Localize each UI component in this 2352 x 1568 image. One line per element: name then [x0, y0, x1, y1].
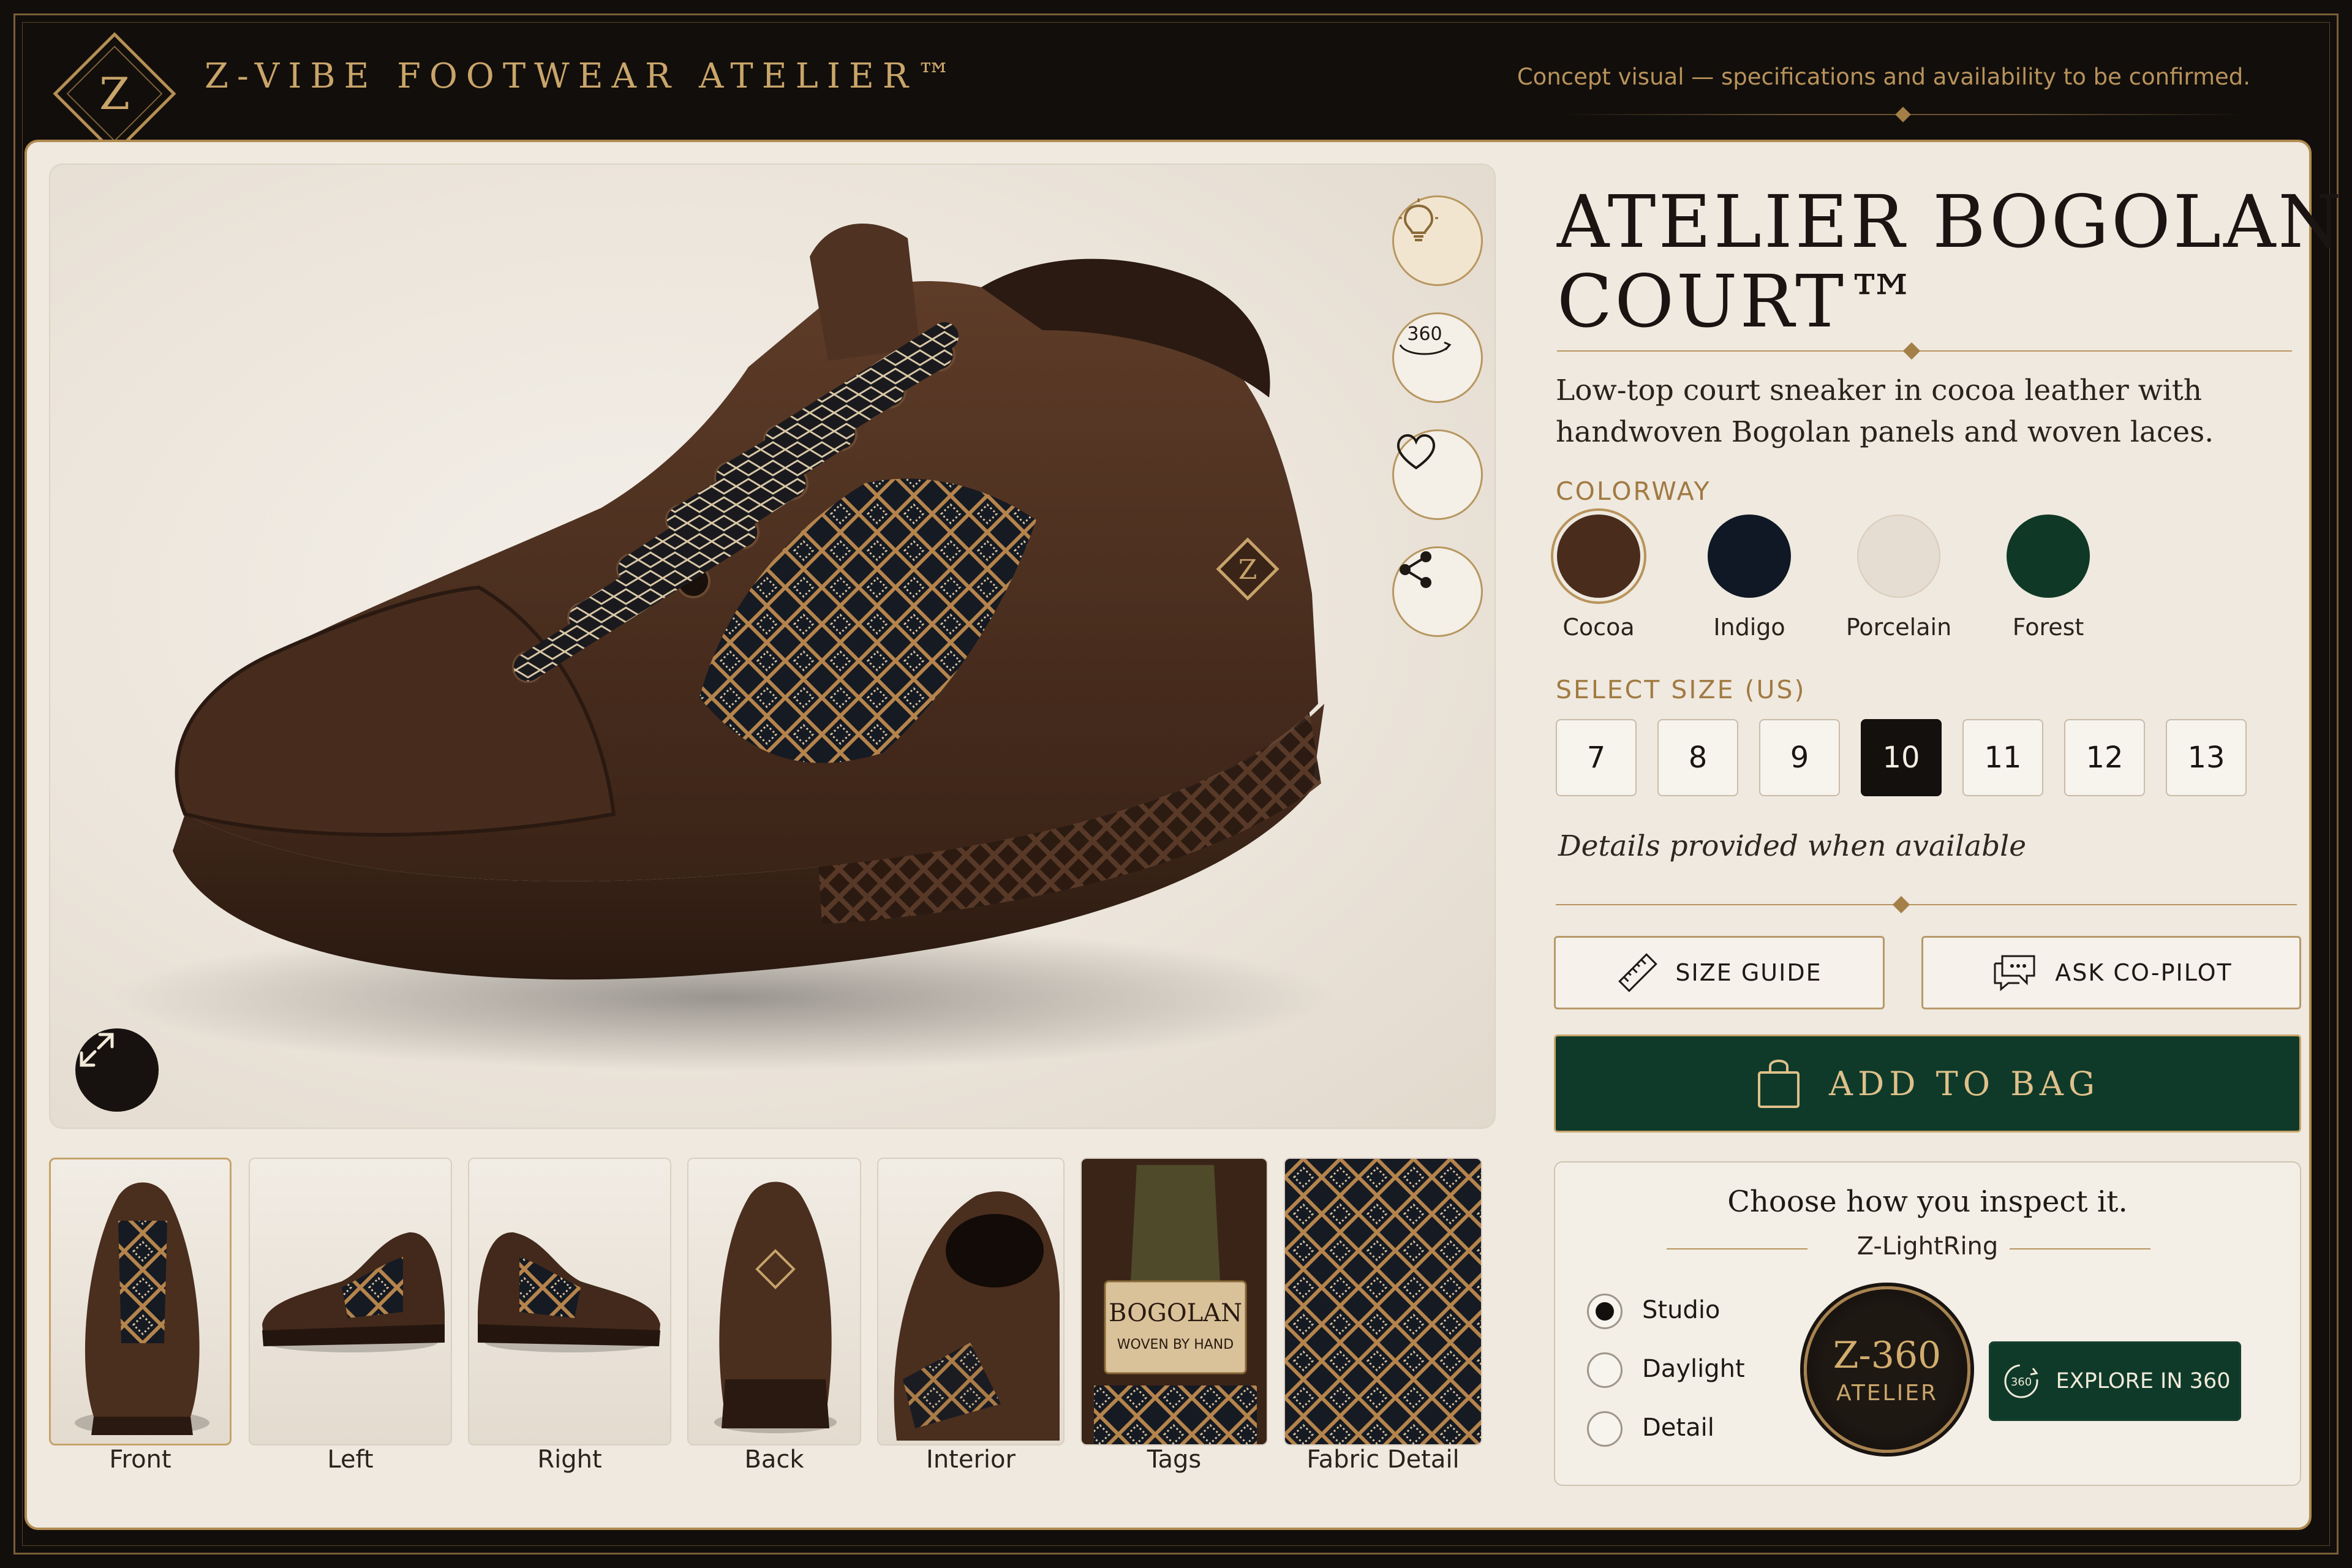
- thumbnail-interior[interactable]: [877, 1158, 1065, 1446]
- lightring-subheading: Z-LightRing: [1856, 1232, 1999, 1261]
- ask-copilot-button[interactable]: ASK CO-PILOT: [1921, 936, 2301, 1009]
- concept-notice: Concept visual — specifications and avai…: [1517, 64, 2250, 90]
- explore-icon-text: 360: [2010, 1376, 2031, 1389]
- chat-icon: [1994, 955, 2035, 992]
- product-title-line2: COURT™: [1557, 259, 1921, 344]
- details-divider-ornament: [1892, 895, 1910, 914]
- thumb-label-fabric-detail: Fabric Detail: [1306, 1446, 1460, 1474]
- add-to-bag-button[interactable]: ADD TO BAG: [1554, 1035, 2301, 1133]
- size-option-12[interactable]: 12: [2064, 719, 2145, 796]
- lightring-line-right: [2010, 1248, 2150, 1250]
- thumb-label-left: Left: [327, 1446, 374, 1474]
- explore-360-label: EXPLORE IN 360: [2056, 1369, 2231, 1393]
- tag-text-woven: WOVEN BY HAND: [1117, 1337, 1234, 1352]
- thumbnail-front[interactable]: [49, 1158, 232, 1446]
- fullscreen-button[interactable]: [75, 1028, 159, 1112]
- radio-daylight[interactable]: [1587, 1352, 1623, 1388]
- sneaker-illustration: Z: [111, 224, 1336, 1071]
- front-view-image: [75, 1182, 209, 1435]
- details-divider: [1556, 904, 2297, 905]
- shopping-bag-icon: [1757, 1060, 1800, 1108]
- product-card: Z 360 BOGOLAN WOVEN BY HAND Front Left R…: [24, 140, 2342, 1530]
- product-title: ATELIER BOGOLAN: [1557, 179, 2344, 264]
- colorway-label: COLORWAY: [1556, 477, 1711, 506]
- tags-view-image: BOGOLAN WOVEN BY HAND: [1082, 1159, 1267, 1444]
- radio-label-studio[interactable]: Studio: [1642, 1296, 1720, 1324]
- fabric-detail-image: [1285, 1159, 1481, 1444]
- size-option-8[interactable]: 8: [1657, 719, 1738, 796]
- thumbnail-right[interactable]: [468, 1158, 671, 1446]
- size-option-9[interactable]: 9: [1759, 719, 1840, 796]
- size-option-10[interactable]: 10: [1861, 719, 1942, 796]
- product-description: Low-top court sneaker in cocoa leather w…: [1556, 374, 2214, 449]
- brand-name[interactable]: Z-VIBE FOOTWEAR ATELIER™: [205, 56, 960, 96]
- share-icon: [1400, 551, 1431, 588]
- lighting-button[interactable]: [1392, 195, 1483, 286]
- back-view-image: [714, 1182, 837, 1433]
- z360-atelier-badge[interactable]: Z-360 ATELIER: [1804, 1286, 1970, 1453]
- ask-copilot-label: ASK CO-PILOT: [2055, 959, 2233, 986]
- thumb-label-interior: Interior: [926, 1446, 1016, 1474]
- add-to-bag-label: ADD TO BAG: [1828, 1064, 2100, 1103]
- right-view-image: [478, 1232, 660, 1352]
- radio-detail[interactable]: [1587, 1411, 1623, 1447]
- radio-label-daylight[interactable]: Daylight: [1642, 1355, 1745, 1383]
- expand-icon: [80, 1033, 114, 1067]
- wishlist-button[interactable]: [1392, 429, 1483, 520]
- title-divider-ornament: [1902, 342, 1921, 360]
- size-option-13[interactable]: 13: [2166, 719, 2247, 796]
- details-note: Details provided when available: [1558, 829, 2027, 863]
- thumbnail-tags[interactable]: BOGOLAN WOVEN BY HAND: [1080, 1158, 1268, 1446]
- thumbnail-back[interactable]: [687, 1158, 861, 1446]
- inspect-heading: Choose how you inspect it.: [1727, 1185, 2128, 1219]
- rotate-360-icon: 360: [2004, 1364, 2038, 1398]
- thumbnail-left[interactable]: [249, 1158, 452, 1446]
- swatch-forest[interactable]: [2007, 514, 2090, 598]
- lightring-line-left: [1667, 1248, 1807, 1250]
- explore-360-button[interactable]: 360 EXPLORE IN 360: [1989, 1341, 2241, 1421]
- interior-view-image: [894, 1191, 1060, 1441]
- swatch-label-forest: Forest: [2012, 614, 2084, 641]
- size-option-11[interactable]: 11: [1962, 719, 2043, 796]
- tongue-badge-letter: Z: [1238, 554, 1257, 586]
- swatch-cocoa[interactable]: [1557, 514, 1640, 598]
- thumb-label-back: Back: [744, 1446, 804, 1474]
- radio-studio[interactable]: [1587, 1294, 1623, 1329]
- z360-badge-title: Z-360: [1833, 1333, 1942, 1377]
- thumb-label-right: Right: [537, 1446, 602, 1474]
- view-360-button[interactable]: 360: [1392, 312, 1483, 403]
- left-view-image: [262, 1232, 445, 1352]
- product-hero-image[interactable]: Z 360: [49, 164, 1496, 1129]
- swatch-label-indigo: Indigo: [1713, 614, 1785, 641]
- tag-text-bogolan: BOGOLAN: [1109, 1299, 1242, 1327]
- swatch-label-cocoa: Cocoa: [1562, 614, 1635, 641]
- lightbulb-icon: [1399, 198, 1438, 241]
- rotate-360-icon: 360: [1399, 323, 1452, 355]
- z360-badge-subtitle: ATELIER: [1836, 1380, 1938, 1406]
- view-360-label: 360: [1407, 323, 1442, 345]
- brand-logo[interactable]: Z: [50, 29, 179, 158]
- thumb-label-tags: Tags: [1147, 1446, 1202, 1474]
- size-guide-label: SIZE GUIDE: [1675, 959, 1822, 986]
- swatch-indigo[interactable]: [1708, 514, 1791, 598]
- inspect-panel: Choose how you inspect it. Z-LightRing S…: [1554, 1161, 2301, 1486]
- heart-icon: [1396, 434, 1436, 470]
- share-button[interactable]: [1392, 546, 1483, 637]
- thumb-label-front: Front: [109, 1446, 172, 1474]
- swatch-porcelain[interactable]: [1857, 514, 1940, 598]
- radio-label-detail[interactable]: Detail: [1642, 1414, 1714, 1442]
- ruler-icon: [1618, 953, 1658, 992]
- thumbnail-fabric-detail[interactable]: [1284, 1158, 1482, 1446]
- swatch-label-porcelain: Porcelain: [1845, 614, 1952, 641]
- size-guide-button[interactable]: SIZE GUIDE: [1554, 936, 1885, 1009]
- size-option-7[interactable]: 7: [1556, 719, 1637, 796]
- size-label: SELECT SIZE (US): [1556, 675, 1806, 704]
- title-divider: [1557, 350, 2292, 352]
- logo-letter: Z: [99, 68, 130, 119]
